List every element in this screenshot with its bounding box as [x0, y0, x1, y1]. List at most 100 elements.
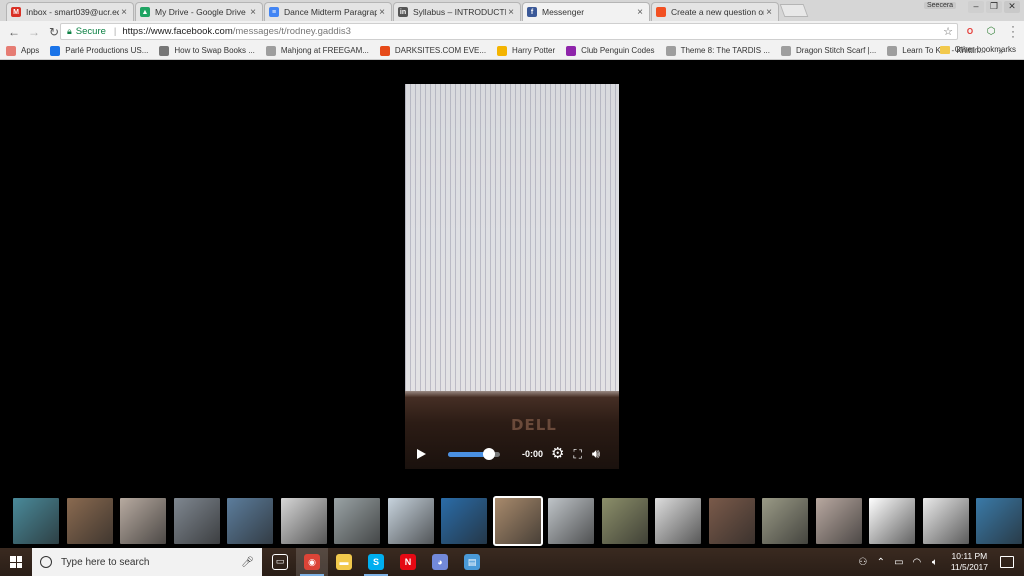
- settings-gear-icon[interactable]: ⚙: [551, 446, 564, 461]
- bookmark-item[interactable]: Parlé Productions US...: [50, 45, 148, 56]
- media-thumbnail[interactable]: [280, 498, 327, 544]
- bookmark-item[interactable]: Club Penguin Codes: [566, 45, 655, 56]
- close-tab-icon[interactable]: ×: [248, 7, 258, 18]
- media-thumbnail[interactable]: [492, 496, 543, 546]
- taskbar-app[interactable]: ▭: [264, 548, 296, 576]
- media-thumbnail[interactable]: [922, 498, 969, 544]
- bookmark-item[interactable]: Theme 8: The TARDIS ...: [665, 45, 770, 56]
- profile-badge[interactable]: Seecera: [924, 2, 957, 9]
- media-thumbnail[interactable]: [387, 498, 434, 544]
- media-thumbnail[interactable]: [66, 498, 113, 544]
- media-thumbnail[interactable]: [708, 498, 755, 544]
- chrome-menu-icon[interactable]: · · ·: [1010, 20, 1016, 42]
- media-thumbnail[interactable]: [13, 498, 59, 544]
- opera-extension-icon[interactable]: O: [963, 25, 977, 39]
- start-button[interactable]: [0, 548, 32, 576]
- search-placeholder: Type here to search: [61, 556, 150, 568]
- media-thumbnail[interactable]: [548, 498, 594, 544]
- close-tab-icon[interactable]: ×: [764, 7, 774, 18]
- fullscreen-icon[interactable]: ⛶: [573, 447, 581, 462]
- battery-icon[interactable]: ▭: [891, 557, 907, 568]
- browser-tab[interactable]: ≡ Dance Midterm Paragraph ×: [264, 2, 392, 21]
- apps-grid-icon: [6, 45, 16, 56]
- microphone-icon[interactable]: 🎤︎: [241, 557, 254, 568]
- clock-date: 11/5/2017: [950, 562, 988, 572]
- bookmark-item[interactable]: DARKSITES.COM EVE...: [379, 45, 486, 56]
- lock-icon: 🔒︎: [67, 26, 72, 36]
- video-controls: -0:00 ⚙ ⛶ 🔊︎: [405, 439, 619, 469]
- video-player[interactable]: DELL -0:00 ⚙ ⛶ 🔊︎: [405, 84, 619, 469]
- other-bookmarks[interactable]: Other bookmarks: [939, 45, 1016, 54]
- bookmark-item[interactable]: Mahjong at FREEGAM...: [265, 45, 369, 56]
- media-thumbnail[interactable]: [441, 498, 487, 544]
- clock[interactable]: 10:11 PM 11/5/2017: [951, 551, 988, 573]
- browser-tab[interactable]: M Inbox - smart039@ucr.edu ×: [6, 2, 134, 21]
- play-icon[interactable]: [417, 449, 426, 459]
- page-icon: [780, 45, 791, 56]
- extension-icon[interactable]: ⬡: [984, 25, 998, 39]
- taskbar-app[interactable]: ▬: [328, 548, 360, 576]
- bookmark-item[interactable]: Dragon Stitch Scarf |...: [780, 45, 876, 56]
- media-thumbnail[interactable]: [869, 498, 915, 544]
- secure-label: Secure: [75, 26, 106, 37]
- minimize-button[interactable]: –: [968, 1, 984, 13]
- media-thumbnail[interactable]: [334, 498, 380, 544]
- tab-title: Inbox - smart039@ucr.edu: [26, 7, 119, 17]
- app-window-icon: ▤: [464, 554, 480, 570]
- show-hidden-icons-icon[interactable]: ⌃: [873, 557, 889, 568]
- back-button[interactable]: ←: [6, 25, 22, 39]
- tab-title: Messenger: [542, 7, 585, 17]
- people-icon[interactable]: ⚇: [855, 557, 871, 568]
- bookmark-star-icon[interactable]: ☆: [943, 25, 953, 38]
- media-thumbnail[interactable]: [227, 498, 273, 544]
- taskbar-search[interactable]: Type here to search 🎤︎: [32, 548, 262, 576]
- progress-handle[interactable]: [482, 448, 495, 460]
- bezel-edge: [405, 391, 619, 397]
- close-tab-icon[interactable]: ×: [635, 7, 645, 18]
- restore-button[interactable]: ❐: [986, 1, 1002, 13]
- bookmark-item[interactable]: Harry Potter: [497, 45, 555, 56]
- bookmark-item[interactable]: How to Swap Books ...: [159, 45, 255, 56]
- browser-tab[interactable]: Create a new question or ×: [651, 2, 779, 21]
- browser-tab[interactable]: in Syllabus – INTRODUCTION×: [393, 2, 521, 21]
- close-window-button[interactable]: ✕: [1004, 1, 1020, 13]
- wifi-icon[interactable]: ◠: [909, 557, 925, 568]
- taskbar-app[interactable]: ◕: [424, 548, 456, 576]
- media-thumbnail[interactable]: [976, 498, 1022, 544]
- speaker-icon[interactable]: 🔈︎: [927, 557, 943, 568]
- action-center-icon[interactable]: [1000, 556, 1014, 568]
- address-bar[interactable]: 🔒︎ Secure | https://www.facebook.com/mes…: [60, 23, 958, 40]
- close-tab-icon[interactable]: ×: [377, 7, 387, 18]
- browser-tab[interactable]: f Messenger ×: [522, 2, 650, 21]
- browser-tab[interactable]: ▲ My Drive - Google Drive ×: [135, 2, 263, 21]
- media-thumbnail[interactable]: [655, 498, 701, 544]
- media-thumbnail[interactable]: [601, 498, 648, 544]
- close-tab-icon[interactable]: ×: [506, 7, 516, 18]
- forward-button[interactable]: →: [26, 25, 42, 39]
- media-thumbnail[interactable]: [762, 498, 808, 544]
- volume-icon[interactable]: 🔊︎: [592, 446, 600, 462]
- media-thumbnail[interactable]: [120, 498, 166, 544]
- media-thumbnail[interactable]: [173, 498, 220, 544]
- windows-logo-icon: [10, 556, 22, 568]
- parle-icon: [50, 45, 61, 56]
- new-tab-button[interactable]: [779, 4, 809, 17]
- taskbar: Type here to search 🎤︎ ▭ ◉ ▬ S N ◕ ▤ ⚇ ⌃ ▭ ◠ 🔈…: [0, 548, 1024, 576]
- bookmark-label: Theme 8: The TARDIS ...: [680, 46, 770, 55]
- file-explorer-icon: ▬: [336, 554, 352, 570]
- taskbar-app[interactable]: ◉: [296, 548, 328, 576]
- tab-title: Dance Midterm Paragraph: [284, 7, 377, 17]
- bookmark-item[interactable]: Apps: [6, 45, 39, 56]
- taskbar-app[interactable]: S: [360, 548, 392, 576]
- progress-bar[interactable]: [448, 448, 500, 460]
- taskbar-app[interactable]: ▤: [456, 548, 488, 576]
- url-host: https://www.facebook.com: [122, 26, 233, 37]
- brand-logo: DELL: [511, 416, 557, 434]
- syllabus-icon: in: [398, 7, 408, 17]
- toolbar: ← → ↻ 🔒︎ Secure | https://www.facebook.c…: [0, 21, 1024, 42]
- time-remaining: -0:00: [522, 449, 544, 459]
- url-path: /messages/t/rodney.gaddis3: [232, 26, 351, 37]
- taskbar-app[interactable]: N: [392, 548, 424, 576]
- close-tab-icon[interactable]: ×: [119, 7, 129, 18]
- media-thumbnail[interactable]: [815, 498, 862, 544]
